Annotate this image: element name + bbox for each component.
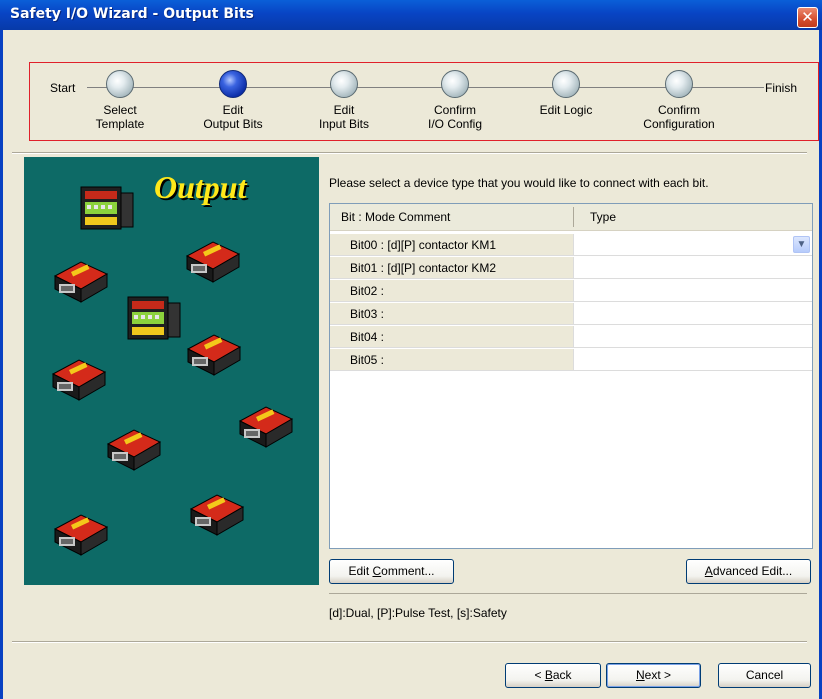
button-label-accel: C: [372, 564, 382, 578]
type-cell[interactable]: [573, 257, 812, 279]
grid-header: Bit : Mode Comment Type: [330, 204, 812, 231]
type-cell[interactable]: [573, 326, 812, 348]
divider: [329, 593, 807, 594]
bit-cell[interactable]: Bit01 : [d][P] contactor KM2: [330, 257, 573, 279]
step-label: Output Bits: [203, 117, 263, 131]
type-cell[interactable]: [573, 280, 812, 302]
close-icon: ✕: [801, 8, 814, 26]
button-label-accel: N: [635, 668, 645, 682]
legend-text: [d]:Dual, [P]:Pulse Test, [s]:Safety: [329, 606, 507, 620]
divider-highlight: [12, 642, 807, 643]
type-cell[interactable]: [573, 303, 812, 325]
column-header-bit[interactable]: Bit : Mode Comment: [341, 210, 450, 224]
step-label: Edit Logic: [539, 103, 593, 117]
step-label: Edit: [333, 103, 355, 117]
step-label: I/O Config: [427, 117, 483, 131]
step-label: Confirm: [433, 103, 476, 117]
column-divider[interactable]: [573, 207, 574, 227]
dropdown-button[interactable]: ▼: [793, 236, 810, 253]
bit-cell[interactable]: Bit03 :: [330, 303, 573, 325]
bit-cell[interactable]: Bit00 : [d][P] contactor KM1: [330, 234, 573, 256]
device-illustration: [52, 186, 293, 556]
step-label: Input Bits: [318, 117, 370, 131]
divider-highlight: [12, 153, 807, 154]
step-circle-icon: [106, 70, 134, 98]
instruction-text: Please select a device type that you wou…: [329, 176, 709, 190]
button-label: ack: [552, 668, 572, 682]
type-dropdown[interactable]: ▼: [573, 234, 812, 256]
step-confirm-io-config: Confirm I/O Config: [405, 65, 505, 131]
bit-grid: Bit : Mode Comment Type Bit00 : [d][P] c…: [329, 203, 813, 549]
cancel-button[interactable]: Cancel: [718, 663, 811, 688]
step-edit-output-bits: Edit Output Bits: [183, 65, 283, 131]
window-title: Safety I/O Wizard - Output Bits: [10, 6, 254, 22]
button-label-accel: B: [544, 668, 553, 682]
button-label: ext >: [644, 668, 672, 682]
next-button[interactable]: Next >: [606, 663, 701, 688]
bit-cell[interactable]: Bit02 :: [330, 280, 573, 302]
wizard-illustration: Output: [24, 157, 319, 585]
step-circle-active-icon: [219, 70, 247, 98]
close-button[interactable]: ✕: [797, 7, 818, 28]
button-label: dvanced Edit...: [712, 564, 793, 578]
step-select-template: Select Template: [70, 65, 170, 131]
step-confirm-configuration: Confirm Configuration: [629, 65, 729, 131]
step-circle-icon: [330, 70, 358, 98]
button-label: <: [534, 668, 545, 682]
table-row[interactable]: Bit00 : [d][P] contactor KM1 ▼: [330, 234, 812, 257]
edit-comment-button[interactable]: Edit Comment...: [329, 559, 454, 584]
table-row[interactable]: Bit04 :: [330, 326, 812, 349]
step-label: Edit: [222, 103, 244, 117]
step-label: Configuration: [643, 117, 715, 131]
title-bar: Safety I/O Wizard - Output Bits ✕: [0, 0, 822, 30]
step-circle-icon: [441, 70, 469, 98]
table-row[interactable]: Bit01 : [d][P] contactor KM2: [330, 257, 812, 280]
table-row[interactable]: Bit02 :: [330, 280, 812, 303]
step-edit-logic: Edit Logic: [516, 65, 616, 117]
step-edit-input-bits: Edit Input Bits: [294, 65, 394, 131]
step-label: Select: [103, 103, 137, 117]
back-button[interactable]: < Back: [505, 663, 601, 688]
step-circle-icon: [665, 70, 693, 98]
button-label: Edit: [348, 564, 373, 578]
table-row[interactable]: Bit05 :: [330, 349, 812, 372]
bit-cell[interactable]: Bit05 :: [330, 349, 573, 371]
column-header-type[interactable]: Type: [590, 210, 616, 224]
bit-cell[interactable]: Bit04 :: [330, 326, 573, 348]
button-label: Cancel: [745, 668, 784, 682]
step-label: Confirm: [657, 103, 700, 117]
step-label: Template: [95, 117, 145, 131]
wizard-progress: Start Finish Select Template Edit Output B…: [29, 62, 819, 141]
window-frame-left: [0, 30, 3, 699]
button-label-accel: A: [704, 564, 713, 578]
type-cell[interactable]: [573, 349, 812, 371]
table-row[interactable]: Bit03 :: [330, 303, 812, 326]
button-label: omment...: [381, 564, 435, 578]
advanced-edit-button[interactable]: Advanced Edit...: [686, 559, 811, 584]
finish-label: Finish: [765, 81, 798, 95]
chevron-down-icon: ▼: [796, 239, 807, 250]
step-circle-icon: [552, 70, 580, 98]
